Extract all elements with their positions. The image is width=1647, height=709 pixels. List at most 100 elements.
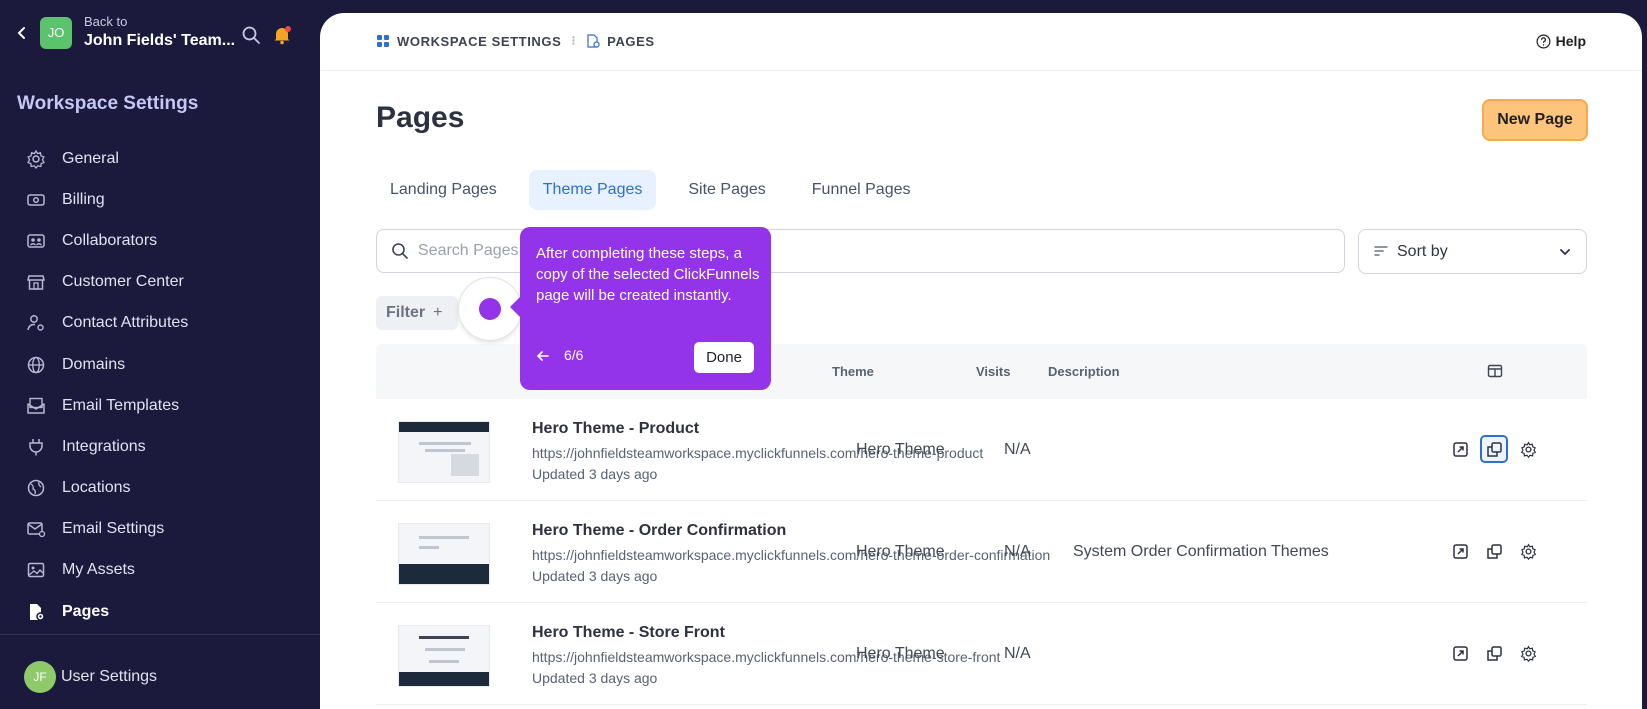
tour-tooltip: After completing these steps, a copy of … [510, 227, 771, 390]
external-link-icon [1452, 543, 1468, 559]
sidebar-item-label: Email Templates [62, 396, 180, 414]
page-visits: N/A [1004, 441, 1031, 458]
page-thumbnail [398, 523, 490, 585]
page-thumbnail [398, 625, 490, 687]
tab-landing-pages[interactable]: Landing Pages [376, 170, 511, 210]
tab-site-pages[interactable]: Site Pages [674, 170, 779, 210]
breadcrumb: WORKSPACE SETTINGS ⁝ PAGES [376, 33, 655, 49]
page-visits: N/A [1004, 645, 1031, 662]
table-row[interactable]: Hero Theme - Product https://johnfieldst… [376, 399, 1587, 501]
page-settings-button[interactable] [1514, 639, 1542, 667]
tour-step-counter: 6/6 [564, 347, 584, 363]
sidebar-item-label: My Assets [62, 561, 135, 579]
table-row[interactable]: Hero Theme - Store Front https://johnfie… [376, 603, 1587, 705]
sidebar-item-label: Email Settings [62, 520, 165, 538]
column-header-description: Description [1048, 364, 1120, 379]
page-name[interactable]: Hero Theme - Order Confirmation [532, 522, 786, 540]
sidebar-item-integrations[interactable]: Integrations [26, 426, 188, 467]
plus-icon: + [433, 304, 443, 321]
sort-lines-icon [1374, 245, 1388, 256]
open-page-button[interactable] [1446, 639, 1474, 667]
page-type-tabs: Landing Pages Theme Pages Site Pages Fun… [376, 170, 943, 210]
sidebar-item-pages[interactable]: Pages [26, 591, 188, 632]
breadcrumb-separator: ⁝ [571, 33, 577, 48]
sidebar-item-customer-center[interactable]: Customer Center [26, 262, 188, 303]
sidebar-item-label: Contact Attributes [62, 314, 189, 332]
file-gear-icon [30, 603, 45, 621]
sidebar-item-label: Customer Center [62, 273, 184, 291]
open-page-button[interactable] [1446, 537, 1474, 565]
sidebar-item-contact-attributes[interactable]: Contact Attributes [26, 303, 188, 344]
location-globe-icon [27, 479, 45, 497]
columns-icon[interactable] [1487, 363, 1503, 379]
page-updated: Updated 3 days ago [532, 670, 658, 686]
arrow-left-icon[interactable] [536, 349, 550, 363]
page-settings-button[interactable] [1514, 435, 1542, 463]
tour-beacon-dot[interactable] [479, 298, 501, 320]
sidebar-item-domains[interactable]: Domains [26, 344, 188, 385]
globe-icon [27, 356, 45, 373]
tab-theme-pages[interactable]: Theme Pages [528, 170, 657, 210]
page-updated: Updated 3 days ago [532, 568, 658, 584]
column-header-theme: Theme [832, 364, 874, 379]
people-icon [27, 234, 45, 248]
plug-icon [29, 438, 43, 456]
mail-template-icon [27, 397, 45, 414]
page-theme: Hero Theme [856, 441, 945, 458]
page-url[interactable]: https://johnfieldsteamworkspace.myclickf… [532, 547, 1050, 563]
sidebar-nav: General Billing Collaborators Customer C… [26, 138, 188, 632]
sidebar-item-billing[interactable]: Billing [26, 179, 188, 220]
page-name[interactable]: Hero Theme - Product [532, 420, 699, 438]
duplicate-page-button[interactable] [1480, 435, 1508, 463]
search-icon [392, 243, 408, 259]
sidebar-item-label: General [62, 149, 119, 167]
duplicate-page-button[interactable] [1480, 537, 1508, 565]
user-settings-link[interactable]: JF User Settings [24, 661, 157, 693]
page-theme: Hero Theme [856, 645, 945, 662]
page-updated: Updated 3 days ago [532, 466, 658, 482]
help-label: Help [1555, 33, 1586, 49]
help-button[interactable]: Help [1536, 33, 1586, 49]
sidebar-item-email-settings[interactable]: Email Settings [26, 509, 188, 550]
mail-settings-icon [27, 522, 46, 538]
new-page-button[interactable]: New Page [1482, 99, 1588, 141]
filter-button[interactable]: Filter + [376, 296, 458, 330]
tab-funnel-pages[interactable]: Funnel Pages [798, 170, 925, 210]
grid-icon [377, 35, 389, 47]
store-icon [27, 275, 45, 290]
sidebar-item-label: Domains [62, 355, 126, 373]
sort-label: Sort by [1397, 242, 1448, 260]
sidebar-heading: Workspace Settings [17, 93, 199, 114]
sidebar-item-email-templates[interactable]: Email Templates [26, 385, 188, 426]
bell-icon[interactable] [272, 25, 292, 45]
sidebar-item-locations[interactable]: Locations [26, 468, 188, 509]
open-page-button[interactable] [1446, 435, 1474, 463]
sort-dropdown[interactable]: Sort by [1358, 229, 1587, 274]
back-to-label: Back to [84, 14, 128, 29]
sidebar-item-my-assets[interactable]: My Assets [26, 550, 188, 591]
copy-icon [1486, 543, 1502, 559]
search-icon[interactable] [241, 25, 261, 45]
chevron-down-icon [1560, 248, 1570, 255]
tooltip-arrow [510, 297, 520, 317]
page-name[interactable]: Hero Theme - Store Front [532, 624, 725, 642]
table-row[interactable]: Hero Theme - Order Confirmation https://… [376, 501, 1587, 603]
top-bar: WORKSPACE SETTINGS ⁝ PAGES Help [320, 13, 1642, 71]
breadcrumb-workspace-settings[interactable]: WORKSPACE SETTINGS [397, 34, 561, 49]
image-icon [27, 563, 45, 578]
breadcrumb-pages: PAGES [607, 33, 655, 49]
sidebar-item-general[interactable]: General [26, 138, 188, 179]
sidebar-item-label: Integrations [62, 437, 146, 455]
column-header-visits: Visits [976, 364, 1011, 379]
question-circle-icon [1536, 34, 1551, 48]
tour-done-button[interactable]: Done [694, 342, 754, 373]
back-to-team-link[interactable]: JO Back to John Fields' Team... [14, 14, 314, 52]
duplicate-page-button[interactable] [1480, 639, 1508, 667]
money-icon [27, 194, 45, 206]
user-avatar: JF [24, 661, 56, 693]
page-settings-button[interactable] [1514, 537, 1542, 565]
main-panel: WORKSPACE SETTINGS ⁝ PAGES Help Pages Ne… [320, 13, 1642, 709]
chevron-left-icon [17, 26, 25, 39]
gear-icon [1520, 645, 1536, 662]
sidebar-item-collaborators[interactable]: Collaborators [26, 220, 188, 261]
